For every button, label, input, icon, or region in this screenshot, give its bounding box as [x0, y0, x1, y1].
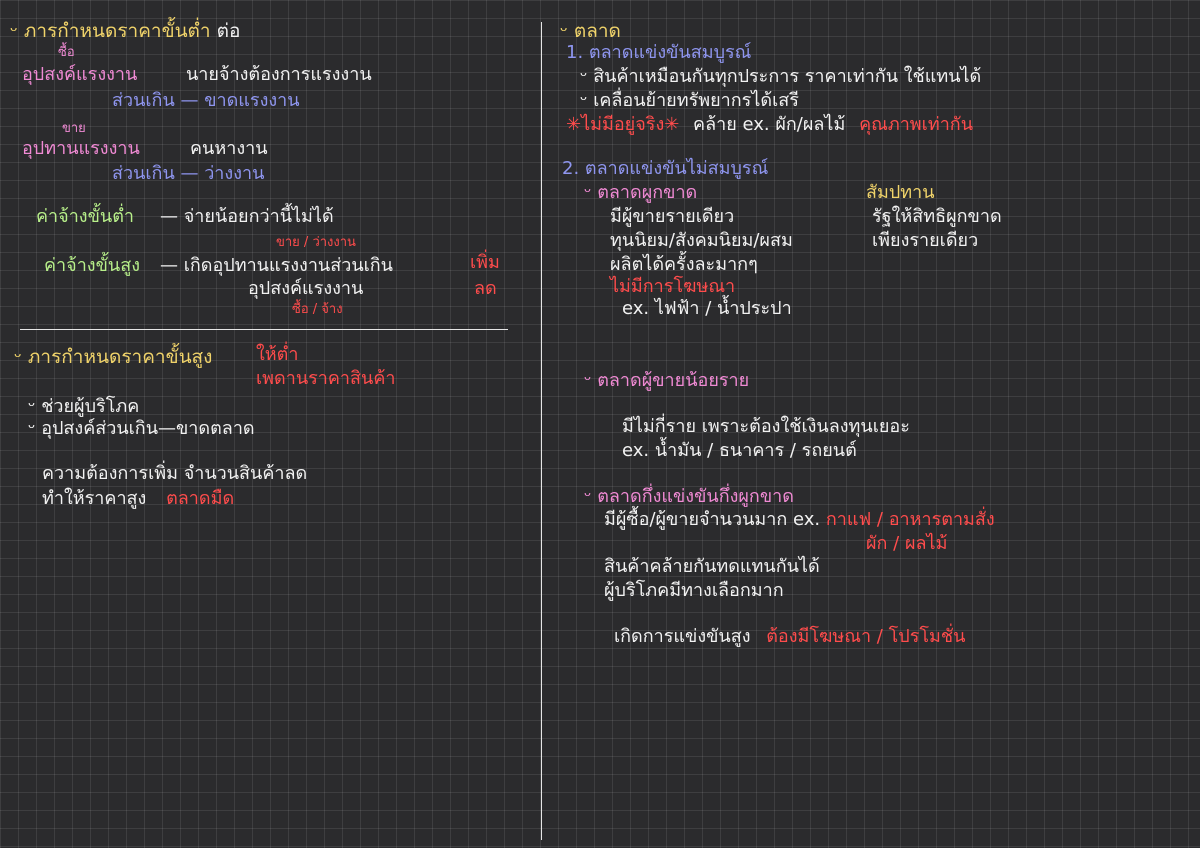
- bullet-icon: ᵕ: [28, 396, 36, 417]
- sec2-line2-text: ทำให้ราคาสูง: [42, 488, 147, 509]
- sec1-title-prefix: ภารกำหนดราคาขั้นต่ำ: [23, 20, 211, 42]
- monopoly-l4: ไม่มีการโฆษณา: [610, 276, 736, 297]
- note-sell: ขาย / ว่างงาน: [276, 235, 356, 250]
- monopolistic-l4: เกิดการแข่งขันสูง ต้องมีโฆษณา / โปรโมชั่…: [614, 628, 965, 646]
- perfect-l3-text: คล้าย ex. ผัก/ผลไม้: [693, 114, 846, 135]
- center-divider: [541, 22, 542, 840]
- sec2-item2: ᵕ อุปสงค์ส่วนเกิน—ขาดตลาด: [28, 420, 255, 438]
- perfect-title: 1. ตลาดแข่งขันสมบูรณ์: [566, 42, 752, 63]
- sec2-note1: ให้ต่ำ: [256, 344, 299, 365]
- monopolistic-l1: มีผู้ซื้อ/ผู้ขายจำนวนมาก ex. กาแฟ / อาหา…: [604, 511, 995, 529]
- note-buy: ซื้อ / จ้าง: [292, 302, 343, 317]
- bullet-icon: ᵕ: [10, 20, 18, 42]
- monopoly-l1: มีผู้ขายรายเดียว: [610, 206, 735, 227]
- demand-note: ขาย: [62, 121, 86, 136]
- bullet-icon: ᵕ: [584, 370, 592, 391]
- monopoly-l3: ผลิตได้ครั้งละมากๆ: [610, 254, 758, 275]
- minwage-desc: — จ่ายน้อยกว่านี้ไม่ได้: [160, 206, 334, 227]
- bullet-icon: ᵕ: [580, 66, 588, 87]
- bullet-icon: ᵕ: [14, 346, 22, 368]
- perfect-l1-text: สินค้าเหมือนกันทุกประการ ราคาเท่ากัน ใช้…: [593, 66, 982, 87]
- monopoly-l2: ทุนนิยม/สังคมนิยม/ผสม: [610, 230, 793, 251]
- market-title: ᵕ ตลาด: [560, 22, 621, 41]
- monopoly-side-l1: รัฐให้สิทธิผูกขาด: [872, 206, 1002, 227]
- monopoly-l5: ex. ไฟฟ้า / น้ำประปา: [622, 298, 792, 319]
- bullet-icon: ᵕ: [584, 486, 592, 507]
- market-title-text: ตลาด: [573, 20, 621, 42]
- monopoly-side-title: สัมปทาน: [866, 182, 935, 203]
- monopolistic-l4-red: ต้องมีโฆษณา / โปรโมชั่น: [766, 626, 966, 647]
- perfect-l2: ᵕ เคลื่อนย้ายทรัพยากรได้เสรี: [580, 92, 799, 110]
- sec1-title-suffix: ต่อ: [216, 20, 241, 42]
- oligopoly-l1: มีไม่กี่ราย เพราะต้องใช้เงินลงทุนเยอะ: [622, 416, 910, 437]
- monopoly-title-text: ตลาดผูกขาด: [597, 182, 698, 203]
- imperfect-title: 2. ตลาดแข่งขันไม่สมบูรณ์: [562, 158, 769, 179]
- monopoly-side-l2: เพียงรายเดียว: [872, 230, 979, 251]
- sec2-item2-text: อุปสงค์ส่วนเกิน—ขาดตลาด: [41, 418, 255, 439]
- demand-label: อุปทานแรงงาน: [22, 138, 140, 159]
- sec2-line1: ความต้องการเพิ่ม จำนวนสินค้าลด: [42, 463, 308, 484]
- sec2-line2-red: ตลาดมืด: [166, 488, 235, 509]
- monopolistic-l1-red: กาแฟ / อาหารตามสั่ง: [825, 509, 995, 530]
- monopolistic-l2: สินค้าคล้ายกันทดแทนกันได้: [604, 556, 820, 577]
- supply-label: อุปสงค์แรงงาน: [22, 64, 138, 85]
- monopolistic-l3: ผู้บริโภคมีทางเลือกมาก: [604, 580, 784, 601]
- bullet-icon: ᵕ: [580, 90, 588, 111]
- monopolistic-title: ᵕ ตลาดกึ่งแข่งขันกึ่งผูกขาด: [584, 488, 794, 506]
- note-down: ลด: [474, 278, 497, 299]
- monopolistic-title-text: ตลาดกึ่งแข่งขันกึ่งผูกขาด: [597, 486, 794, 507]
- sec2-title: ᵕ ภารกำหนดราคาขั้นสูง: [14, 348, 212, 367]
- monopolistic-l1-text: มีผู้ซื้อ/ผู้ขายจำนวนมาก ex.: [604, 509, 821, 530]
- sec2-item1: ᵕ ช่วยผู้บริโภค: [28, 398, 139, 416]
- sec2-line2: ทำให้ราคาสูง ตลาดมืด: [42, 490, 234, 508]
- supply-sub: ส่วนเกิน — ขาดแรงงาน: [112, 90, 300, 111]
- bullet-icon: ᵕ: [584, 182, 592, 203]
- left-section-divider: [20, 329, 508, 330]
- supply-note: ซื้อ: [58, 45, 75, 60]
- sec2-title-text: ภารกำหนดราคาขั้นสูง: [27, 346, 213, 368]
- sec2-note2: เพดานราคาสินค้า: [256, 368, 396, 389]
- perfect-l3: ✳ไม่มีอยู่จริง✳ คล้าย ex. ผัก/ผลไม้ คุณภ…: [566, 116, 973, 134]
- perfect-l1: ᵕ สินค้าเหมือนกันทุกประการ ราคาเท่ากัน ใ…: [580, 68, 981, 86]
- monopolistic-l4-text: เกิดการแข่งขันสูง: [614, 626, 751, 647]
- oligopoly-title: ᵕ ตลาดผู้ขายน้อยราย: [584, 372, 749, 390]
- maxwage-label: ค่าจ้างขั้นสูง: [44, 255, 140, 276]
- bullet-icon: ᵕ: [560, 20, 568, 42]
- note-up: เพิ่ม: [470, 252, 500, 273]
- perfect-l2-text: เคลื่อนย้ายทรัพยากรได้เสรี: [593, 90, 799, 111]
- monopolistic-l1-red2: ผัก / ผลไม้: [866, 533, 948, 554]
- demand-desc: คนหางาน: [190, 138, 268, 159]
- monopoly-title: ᵕ ตลาดผูกขาด: [584, 184, 697, 202]
- perfect-l3-red2: คุณภาพเท่ากัน: [859, 114, 973, 135]
- demand-sub: ส่วนเกิน — ว่างงาน: [112, 163, 265, 184]
- perfect-l3-red: ✳ไม่มีอยู่จริง✳: [566, 114, 680, 135]
- maxwage-desc: — เกิดอุปทานแรงงานส่วนเกิน: [160, 255, 393, 276]
- minwage-label: ค่าจ้างขั้นต่ำ: [36, 206, 134, 227]
- sec2-item1-text: ช่วยผู้บริโภค: [41, 396, 140, 417]
- oligopoly-title-text: ตลาดผู้ขายน้อยราย: [597, 370, 750, 391]
- oligopoly-l2: ex. น้ำมัน / ธนาคาร / รถยนต์: [622, 440, 857, 461]
- bullet-icon: ᵕ: [28, 418, 36, 439]
- supply-desc: นายจ้างต้องการแรงงาน: [186, 64, 372, 85]
- maxwage-desc2: อุปสงค์แรงงาน: [248, 278, 364, 299]
- sec1-title: ᵕ ภารกำหนดราคาขั้นต่ำ ต่อ: [10, 22, 240, 41]
